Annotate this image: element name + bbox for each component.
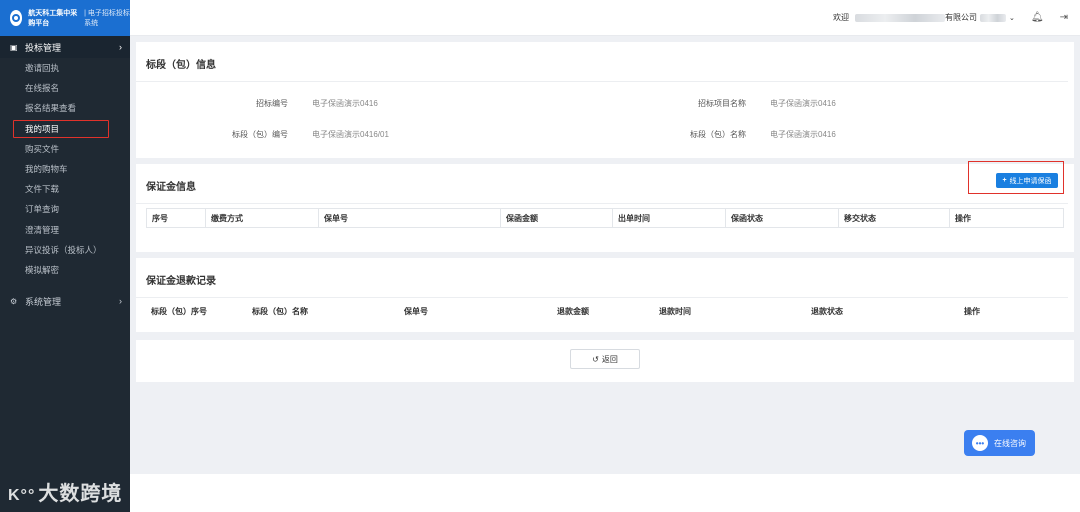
field-label-lot-name: 标段（包）名称 <box>690 130 746 139</box>
section-refund-records: 保证金退款记录 标段（包）序号 标段（包）名称 保单号 退款金额 退款时间 退款… <box>136 258 1074 332</box>
chevron-right-icon: › <box>119 42 122 52</box>
section-actions: ↺ 返回 <box>136 340 1074 382</box>
field-label-project-name: 招标项目名称 <box>698 99 746 108</box>
field-value-tender-no: 电子保函演示0416 <box>312 99 378 108</box>
deposit-table-header: 序号 缴费方式 保单号 保函金额 出单时间 保函状态 移交状态 操作 <box>146 208 1064 228</box>
section-refund-title: 保证金退款记录 <box>136 258 1068 298</box>
blurred-user-name <box>980 13 1007 22</box>
col-header: 缴费方式 <box>205 209 318 227</box>
col-header: 出单时间 <box>612 209 725 227</box>
blurred-company-name <box>855 13 946 22</box>
col-header: 退款状态 <box>811 306 843 316</box>
col-header: 退款时间 <box>659 306 691 316</box>
col-header: 保函状态 <box>725 209 838 227</box>
menu-bid-management[interactable]: ▣ 投标管理 › <box>0 36 130 58</box>
welcome-text: 欢迎 <box>833 13 850 22</box>
company-suffix: 有限公司 <box>945 13 978 22</box>
sidebar-item-registration-result[interactable]: 报名结果查看 <box>0 98 130 118</box>
col-header: 标段（包）名称 <box>252 306 308 316</box>
field-value-lot-name: 电子保函演示0416 <box>770 130 836 139</box>
sidebar: 航天科工集中采购平台 | 电子招标投标系统 ▣ 投标管理 › 邀请回执 在线报名… <box>0 0 130 512</box>
col-header: 操作 <box>949 209 1062 227</box>
menu-system-management[interactable]: ⚙ 系统管理 › <box>0 290 130 312</box>
field-label-lot-no: 标段（包）编号 <box>232 130 288 139</box>
col-header: 保单号 <box>318 209 500 227</box>
chevron-down-icon: ⌄ <box>1009 14 1015 22</box>
watermark-logo-icon: K°° <box>8 487 36 504</box>
col-header: 移交状态 <box>838 209 949 227</box>
col-header: 保单号 <box>404 306 428 316</box>
section-bid-info: 标段（包）信息 招标编号 电子保函演示0416 招标项目名称 电子保函演示041… <box>136 42 1074 158</box>
sidebar-item-clarification[interactable]: 澄清管理 <box>0 220 130 240</box>
brand-name: 航天科工集中采购平台 <box>28 10 78 27</box>
col-header: 标段（包）序号 <box>151 306 207 316</box>
sidebar-item-online-registration[interactable]: 在线报名 <box>0 78 130 98</box>
sidebar-item-my-projects[interactable]: 我的项目 <box>12 119 110 139</box>
bid-info-grid: 招标编号 电子保函演示0416 招标项目名称 电子保函演示0416 标段（包）编… <box>136 82 1074 162</box>
field-value-lot-no: 电子保函演示0416/01 <box>312 130 389 139</box>
col-header: 序号 <box>152 213 168 223</box>
field-label-tender-no: 招标编号 <box>256 99 288 108</box>
watermark: K°° 大数跨境 <box>8 477 122 506</box>
section-deposit-title: 保证金信息 <box>136 164 1068 204</box>
section-bid-info-title: 标段（包）信息 <box>136 42 1068 82</box>
sidebar-item-shopping-cart[interactable]: 我的购物车 <box>0 159 130 179</box>
sidebar-item-purchase-documents[interactable]: 购买文件 <box>0 139 130 159</box>
main-content: 标段（包）信息 招标编号 电子保函演示0416 招标项目名称 电子保函演示041… <box>130 36 1080 474</box>
top-bar: 欢迎 有限公司 ⌄ 🔔︎ ⇥ <box>130 0 1080 36</box>
logout-icon[interactable]: ⇥ <box>1060 12 1068 23</box>
info-row: 招标编号 电子保函演示0416 招标项目名称 电子保函演示0416 <box>136 98 1074 112</box>
menu-system-management-label: 系统管理 <box>25 296 62 307</box>
plus-icon: + <box>1002 177 1007 184</box>
footer <box>130 474 1080 512</box>
back-label: 返回 <box>601 354 618 364</box>
info-row: 标段（包）编号 电子保函演示0416/01 标段（包）名称 电子保函演示0416 <box>136 129 1074 143</box>
logo-icon <box>10 10 23 26</box>
user-menu[interactable]: 欢迎 有限公司 ⌄ <box>833 12 1015 23</box>
watermark-text: 大数跨境 <box>38 483 123 505</box>
back-button[interactable]: ↺ 返回 <box>570 349 640 369</box>
online-consult-button[interactable]: ••• 在线咨询 <box>964 430 1035 456</box>
brand-subtitle: | 电子招标投标系统 <box>84 10 130 27</box>
refund-table-header: 标段（包）序号 标段（包）名称 保单号 退款金额 退款时间 退款状态 操作 <box>146 302 1064 322</box>
brand-logo[interactable]: 航天科工集中采购平台 | 电子招标投标系统 <box>0 0 130 36</box>
field-value-project-name: 电子保函演示0416 <box>770 99 836 108</box>
apply-guarantee-button[interactable]: + 线上申请保函 <box>996 173 1058 188</box>
col-header: 退款金额 <box>557 306 589 316</box>
briefcase-icon: ▣ <box>10 42 18 52</box>
menu-bid-management-label: 投标管理 <box>25 42 62 53</box>
gears-icon: ⚙ <box>10 296 18 306</box>
sidebar-item-invitation-receipt[interactable]: 邀请回执 <box>0 58 130 78</box>
col-header: 操作 <box>964 306 980 316</box>
chat-bubble-icon: ••• <box>972 435 988 451</box>
sidebar-item-objection-complaint[interactable]: 异议投诉（投标人） <box>0 240 130 260</box>
section-deposit: 保证金信息 + 线上申请保函 序号 缴费方式 保单号 保函金额 出单时间 保函状… <box>136 161 1074 252</box>
chevron-right-icon: › <box>119 296 122 307</box>
bell-icon[interactable]: 🔔︎ <box>1031 12 1044 23</box>
online-consult-label: 在线咨询 <box>994 438 1026 448</box>
sidebar-item-file-download[interactable]: 文件下载 <box>0 179 130 199</box>
sidebar-item-order-query[interactable]: 订单查询 <box>0 199 130 219</box>
sidebar-item-simulated-decrypt[interactable]: 模拟解密 <box>0 260 130 280</box>
undo-icon: ↺ <box>592 354 599 364</box>
apply-guarantee-label: 线上申请保函 <box>1009 177 1052 185</box>
col-header: 保函金额 <box>500 209 612 227</box>
